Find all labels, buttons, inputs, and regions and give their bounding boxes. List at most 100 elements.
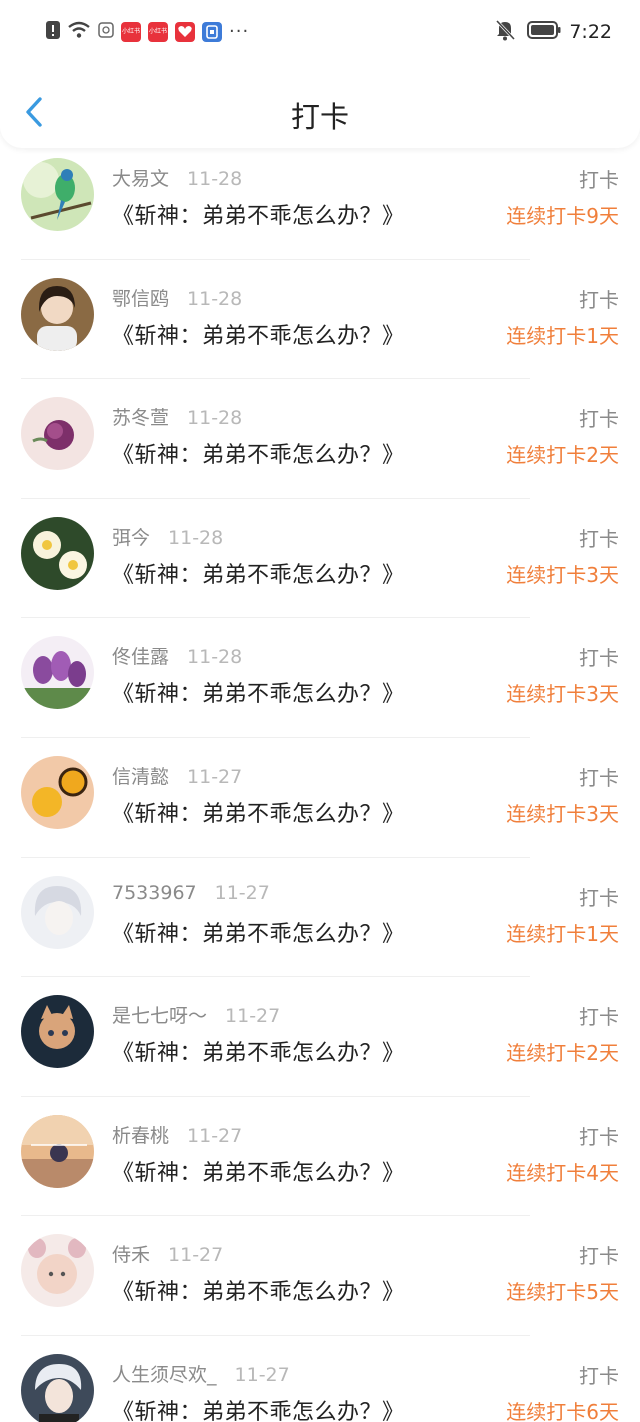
- book-title: 《斩神：弟弟不乖怎么办？》: [112, 682, 405, 708]
- user-name: 是七七呀～: [112, 1005, 208, 1028]
- checkin-label: 打卡: [579, 168, 619, 192]
- avatar[interactable]: [21, 1234, 94, 1308]
- book-title: 《斩神：弟弟不乖怎么办？》: [112, 323, 405, 349]
- user-info: 析春桃 11-27: [112, 1121, 242, 1148]
- streak-label: 连续打卡2天: [506, 443, 619, 468]
- avatar[interactable]: [21, 755, 94, 829]
- book-title: 《斩神：弟弟不乖怎么办？》: [112, 1280, 405, 1306]
- checkin-label: 打卡: [579, 1124, 619, 1149]
- user-info: 信清懿 11-27: [112, 762, 242, 789]
- checkin-date: 11-28: [187, 168, 243, 190]
- user-info: 大易文 11-28: [112, 164, 242, 191]
- checkin-date: 11-28: [187, 407, 243, 430]
- user-info: 7533967 11-27: [112, 882, 270, 904]
- streak-label: 连续打卡6天: [506, 1399, 619, 1422]
- list-item[interactable]: 弭今 11-28 《斩神：弟弟不乖怎么办？》 打卡 连续打卡3天: [0, 499, 640, 619]
- page-title: 打卡: [290, 100, 349, 134]
- nav-bar: 打卡: [0, 80, 640, 144]
- user-info: 是七七呀～ 11-27: [112, 1001, 280, 1028]
- avatar[interactable]: [21, 397, 94, 471]
- streak-label: 连续打卡5天: [506, 1280, 619, 1305]
- checkin-date: 11-28: [187, 287, 243, 310]
- xiaohongshu-icon: 小红书: [121, 22, 141, 42]
- checkin-label: 打卡: [579, 1005, 619, 1030]
- checkin-list: 大易文 11-28 《斩神：弟弟不乖怎么办？》 打卡 连续打卡9天 鄂信鸥 11-2…: [0, 140, 640, 1422]
- list-item[interactable]: 信清懿 11-27 《斩神：弟弟不乖怎么办？》 打卡 连续打卡3天: [0, 738, 640, 858]
- streak-label: 连续打卡9天: [506, 204, 619, 228]
- user-name: 鄂信鸥: [112, 287, 170, 310]
- user-name: 侍禾: [112, 1244, 151, 1267]
- avatar[interactable]: [21, 1353, 94, 1422]
- notification-icons: 小红书 小红书 ···: [46, 21, 249, 43]
- list-item[interactable]: 大易文 11-28 《斩神：弟弟不乖怎么办？》 打卡 连续打卡9天: [0, 140, 640, 260]
- checkin-date: 11-28: [168, 526, 224, 549]
- user-name: 佟佳露: [112, 646, 170, 669]
- streak-label: 连续打卡3天: [506, 562, 619, 587]
- checkin-label: 打卡: [579, 885, 619, 910]
- streak-label: 连续打卡1天: [506, 323, 619, 348]
- list-item[interactable]: 是七七呀～ 11-27 《斩神：弟弟不乖怎么办？》 打卡 连续打卡2天: [0, 977, 640, 1097]
- user-name: 信清懿: [112, 765, 170, 788]
- checkin-date: 11-27: [225, 1005, 281, 1028]
- checkin-date: 11-27: [187, 765, 243, 788]
- checkin-date: 11-27: [234, 1363, 290, 1386]
- avatar[interactable]: [21, 158, 94, 231]
- user-name: 苏冬萱: [112, 407, 170, 430]
- list-item[interactable]: 侍禾 11-27 《斩神：弟弟不乖怎么办？》 打卡 连续打卡5天: [0, 1216, 640, 1336]
- battery-icon: [527, 21, 561, 43]
- streak-label: 连续打卡2天: [506, 1041, 619, 1066]
- system-status: 7:22: [495, 19, 612, 45]
- wifi-icon: [67, 21, 91, 43]
- checkin-date: 11-27: [187, 1124, 243, 1147]
- clock: 7:22: [569, 21, 612, 43]
- checkin-label: 打卡: [579, 765, 619, 790]
- avatar[interactable]: [21, 875, 94, 949]
- user-name: 弭今: [112, 526, 151, 549]
- list-item[interactable]: 苏冬萱 11-28 《斩神：弟弟不乖怎么办？》 打卡 连续打卡2天: [0, 379, 640, 499]
- user-info: 苏冬萱 11-28: [112, 403, 242, 430]
- book-title: 《斩神：弟弟不乖怎么办？》: [112, 1399, 405, 1422]
- checkin-date: 11-27: [168, 1244, 224, 1267]
- checkin-label: 打卡: [579, 1363, 619, 1388]
- list-item[interactable]: 鄂信鸥 11-28 《斩神：弟弟不乖怎么办？》 打卡 连续打卡1天: [0, 260, 640, 380]
- user-name: 大易文: [112, 168, 170, 190]
- avatar[interactable]: [21, 1114, 94, 1188]
- checkin-label: 打卡: [579, 646, 619, 671]
- checkin-date: 11-28: [187, 646, 243, 669]
- book-title: 《斩神：弟弟不乖怎么办？》: [112, 1160, 405, 1186]
- book-title: 《斩神：弟弟不乖怎么办？》: [112, 921, 405, 947]
- book-title: 《斩神：弟弟不乖怎么办？》: [112, 801, 405, 827]
- user-info: 鄂信鸥 11-28: [112, 284, 242, 311]
- user-name: 7533967: [112, 881, 197, 904]
- list-item[interactable]: 析春桃 11-27 《斩神：弟弟不乖怎么办？》 打卡 连续打卡4天: [0, 1097, 640, 1217]
- streak-label: 连续打卡3天: [506, 801, 619, 826]
- avatar[interactable]: [21, 277, 94, 351]
- book-title: 《斩神：弟弟不乖怎么办？》: [112, 443, 405, 469]
- game-icon: [175, 22, 195, 42]
- checkin-label: 打卡: [579, 1244, 619, 1269]
- streak-label: 连续打卡3天: [506, 682, 619, 707]
- mute-bell-icon: [495, 19, 516, 45]
- user-info: 侍禾 11-27: [112, 1240, 223, 1267]
- user-name: 人生须尽欢_: [112, 1363, 217, 1386]
- user-name: 析春桃: [112, 1124, 170, 1147]
- xiaohongshu-icon: 小红书: [148, 22, 168, 42]
- avatar[interactable]: [21, 995, 94, 1069]
- avatar[interactable]: [21, 636, 94, 710]
- book-title: 《斩神：弟弟不乖怎么办？》: [112, 204, 405, 229]
- list-item[interactable]: 佟佳露 11-28 《斩神：弟弟不乖怎么办？》 打卡 连续打卡3天: [0, 618, 640, 738]
- book-title: 《斩神：弟弟不乖怎么办？》: [112, 562, 405, 588]
- book-title: 《斩神：弟弟不乖怎么办？》: [112, 1041, 405, 1067]
- streak-label: 连续打卡1天: [506, 921, 619, 946]
- warning-icon: [46, 21, 60, 43]
- checkin-date: 11-27: [214, 881, 270, 904]
- user-info: 人生须尽欢_ 11-27: [112, 1360, 290, 1387]
- list-item[interactable]: 人生须尽欢_ 11-27 《斩神：弟弟不乖怎么办？》 打卡 连续打卡6天: [0, 1336, 640, 1422]
- checkin-label: 打卡: [579, 526, 619, 551]
- list-item[interactable]: 7533967 11-27 《斩神：弟弟不乖怎么办？》 打卡 连续打卡1天: [0, 858, 640, 978]
- checkin-label: 打卡: [579, 407, 619, 432]
- user-info: 佟佳露 11-28: [112, 642, 242, 669]
- streak-label: 连续打卡4天: [506, 1160, 619, 1185]
- status-bar: 小红书 小红书 ··· 7:22: [0, 0, 640, 64]
- avatar[interactable]: [21, 516, 94, 590]
